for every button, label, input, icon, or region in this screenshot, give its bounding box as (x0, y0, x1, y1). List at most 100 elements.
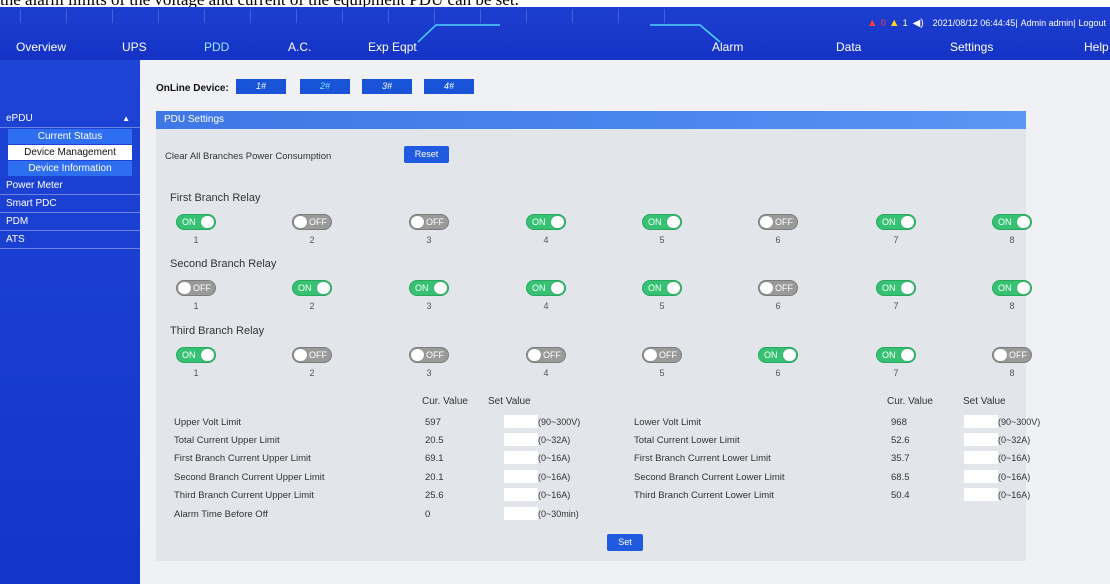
limit-set-input[interactable] (964, 433, 998, 446)
relay-toggle[interactable]: OFF (409, 347, 449, 363)
red-alarm-triangle-icon[interactable]: ▲ (867, 17, 878, 29)
speaker-icon[interactable]: ◀) (913, 18, 924, 29)
panel-title: PDU Settings (156, 111, 1026, 129)
relay-number: 6 (775, 235, 781, 245)
limit-label: First Branch Current Upper Limit (174, 453, 311, 464)
limit-set-input[interactable] (964, 415, 998, 428)
limit-label: First Branch Current Lower Limit (634, 453, 771, 464)
toggle-knob (294, 216, 307, 228)
nav-pdd[interactable]: PDD (204, 40, 229, 54)
relay-toggle[interactable]: ON (758, 347, 798, 363)
toggle-knob (411, 216, 424, 228)
toggle-state-label: ON (182, 217, 196, 227)
relay-toggle[interactable]: ON (526, 280, 566, 296)
relay-toggle[interactable]: OFF (758, 280, 798, 296)
toggle-state-label: OFF (775, 217, 793, 227)
limit-current-value: 20.1 (425, 472, 444, 483)
nav-ups[interactable]: UPS (122, 40, 147, 54)
sidebar-item-power-meter[interactable]: Power Meter (0, 177, 140, 195)
limit-set-input[interactable] (964, 451, 998, 464)
datetime: 2021/08/12 06:44:45| (932, 18, 1018, 28)
nav-overview[interactable]: Overview (16, 40, 66, 54)
relay-number: 7 (893, 301, 899, 311)
relay-toggle[interactable]: ON (176, 347, 216, 363)
relay-number: 4 (543, 301, 549, 311)
limit-range-hint: (0~30min) (538, 509, 579, 519)
limit-set-input[interactable] (504, 470, 538, 483)
left-set-value-header: Set Value (488, 396, 531, 407)
limit-set-input[interactable] (504, 415, 538, 428)
limit-set-input[interactable] (504, 433, 538, 446)
right-cur-value-header: Cur. Value (887, 396, 933, 407)
limit-set-input[interactable] (504, 507, 538, 520)
toggle-knob (551, 216, 564, 228)
relay-toggle[interactable]: ON (876, 214, 916, 230)
relay-toggle[interactable]: ON (642, 280, 682, 296)
relay-toggle[interactable]: OFF (758, 214, 798, 230)
sidebar-item-ats[interactable]: ATS (0, 231, 140, 249)
relay-toggle[interactable]: OFF (176, 280, 216, 296)
sidebar-sub-current-status[interactable]: Current Status (8, 129, 132, 144)
toggle-state-label: OFF (775, 283, 793, 293)
nav-help[interactable]: Help (1084, 40, 1109, 54)
toggle-state-label: OFF (426, 217, 444, 227)
limit-range-hint: (90~300V) (998, 417, 1041, 427)
reset-button[interactable]: Reset (404, 146, 449, 163)
relay-toggle[interactable]: ON (642, 214, 682, 230)
toggle-knob (901, 282, 914, 294)
relay-toggle[interactable]: ON (292, 280, 332, 296)
logout-link[interactable]: Logout (1078, 18, 1106, 28)
limit-set-input[interactable] (504, 488, 538, 501)
nav-settings[interactable]: Settings (950, 40, 993, 54)
device-button-2[interactable]: 2# (300, 79, 350, 94)
nav-exp-eqpt[interactable]: Exp Eqpt (368, 40, 417, 54)
top-nav-bar: Overview UPS PDD A.C. Exp Eqpt Alarm Dat… (0, 7, 1110, 60)
toggle-knob (783, 349, 796, 361)
set-button[interactable]: Set (607, 534, 643, 551)
nav-alarm[interactable]: Alarm (712, 40, 743, 54)
limit-current-value: 0 (425, 509, 431, 520)
relay-toggle[interactable]: OFF (292, 347, 332, 363)
toggle-state-label: ON (882, 283, 896, 293)
limit-range-hint: (0~16A) (538, 453, 571, 463)
sidebar-sub-device-management[interactable]: Device Management (8, 145, 132, 160)
limit-current-value: 35.7 (891, 453, 910, 464)
nav-ac[interactable]: A.C. (288, 40, 311, 54)
limit-set-input[interactable] (964, 488, 998, 501)
relay-toggle[interactable]: ON (409, 280, 449, 296)
nav-data[interactable]: Data (836, 40, 861, 54)
sidebar-item-epdu[interactable]: ePDU ▲ (0, 110, 140, 128)
relay-toggle[interactable]: OFF (409, 214, 449, 230)
device-button-1[interactable]: 1# (236, 79, 286, 94)
relay-toggle[interactable]: ON (526, 214, 566, 230)
device-button-4[interactable]: 4# (424, 79, 474, 94)
limit-set-input[interactable] (964, 470, 998, 483)
device-button-3[interactable]: 3# (362, 79, 412, 94)
relay-toggle[interactable]: ON (176, 214, 216, 230)
relay-number: 3 (426, 301, 432, 311)
toggle-state-label: ON (298, 283, 312, 293)
toggle-knob (994, 349, 1007, 361)
relay-toggle[interactable]: ON (876, 280, 916, 296)
sidebar-item-smart-pdc[interactable]: Smart PDC (0, 195, 140, 213)
limit-label: Second Branch Current Lower Limit (634, 472, 785, 483)
pdu-settings-panel: PDU Settings Clear All Branches Power Co… (156, 111, 1040, 561)
relay-toggle[interactable]: OFF (642, 347, 682, 363)
sidebar-sub-device-information[interactable]: Device Information (8, 161, 132, 176)
relay-toggle[interactable]: ON (992, 214, 1032, 230)
relay-toggle[interactable]: ON (992, 280, 1032, 296)
relay-toggle[interactable]: OFF (526, 347, 566, 363)
relay-number: 8 (1009, 301, 1015, 311)
relay-toggle[interactable]: OFF (292, 214, 332, 230)
limit-current-value: 20.5 (425, 435, 444, 446)
relay-toggle[interactable]: OFF (992, 347, 1032, 363)
sidebar-item-pdm[interactable]: PDM (0, 213, 140, 231)
yellow-alarm-triangle-icon[interactable]: ▲ (889, 17, 900, 29)
left-cur-value-header: Cur. Value (422, 396, 468, 407)
toggle-knob (411, 349, 424, 361)
main-content: OnLine Device: 1# 2# 3# 4# PDU Settings … (140, 60, 1110, 584)
limit-current-value: 25.6 (425, 490, 444, 501)
relay-toggle[interactable]: ON (876, 347, 916, 363)
sidebar: ePDU ▲ Current Status Device Management … (0, 60, 140, 584)
limit-set-input[interactable] (504, 451, 538, 464)
